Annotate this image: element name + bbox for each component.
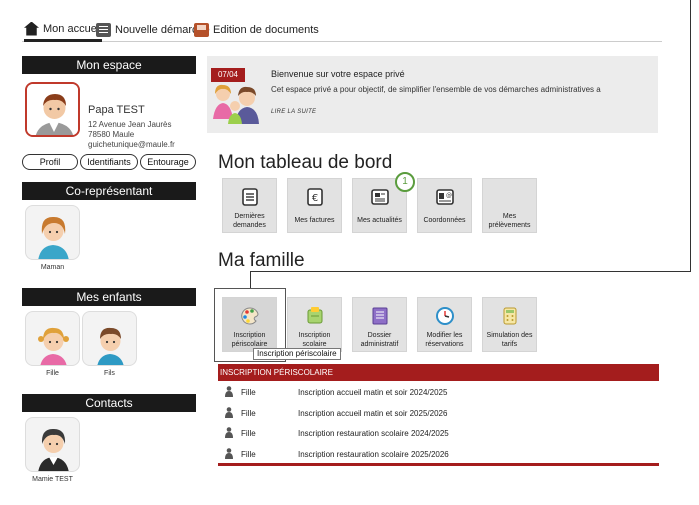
person-icon [225, 447, 233, 459]
person-icon [225, 406, 233, 418]
profil-button[interactable]: Profil [22, 154, 78, 170]
tile-mes-factures[interactable]: € Mes factures [287, 178, 342, 233]
profile-address: 12 Avenue Jean Jaurès 78580 Maule guiche… [88, 120, 175, 150]
entourage-button[interactable]: Entourage [140, 154, 196, 170]
tab-label: Edition de documents [213, 24, 319, 36]
contacts-header: Contacts [22, 394, 196, 412]
tile-coordonnees[interactable]: @ Coordonnées [417, 178, 472, 233]
tab-nouvelle-demarche[interactable]: Nouvelle démarche [96, 18, 210, 42]
avatar[interactable] [25, 82, 80, 137]
child-label: Fils [104, 370, 115, 377]
address-line: 12 Avenue Jean Jaurès [88, 120, 172, 129]
person-icon [225, 386, 233, 397]
home-icon [24, 21, 39, 36]
tile-dossier-administratif[interactable]: Dossier administratif [352, 297, 407, 352]
print-icon [194, 23, 209, 37]
tile-simulation-tarifs[interactable]: Simulation des tarifs [482, 297, 537, 352]
popup-connector [250, 271, 251, 289]
mon-espace-header: Mon espace [22, 56, 196, 74]
identifiants-button[interactable]: Identifiants [80, 154, 138, 170]
tile-mes-prelevements[interactable]: Mes prélèvements [482, 178, 537, 233]
table-footer-bar [218, 463, 659, 466]
contacts-section: Contacts Mamie TEST [22, 394, 196, 483]
child-label: Fille [46, 370, 59, 377]
calculator-icon [503, 307, 517, 325]
profile-email: guichetunique@maule.fr [88, 140, 175, 149]
profile-buttons: Profil Identifiants Entourage [22, 154, 196, 172]
tile-label: Mes prélèvements [488, 213, 531, 229]
dashboard-title: Mon tableau de bord [218, 152, 393, 173]
popup-border [250, 271, 691, 272]
welcome-banner: 07/04 Bienvenue sur votre espace privé C… [207, 56, 658, 133]
invoice-euro-icon: € [307, 188, 323, 206]
tile-label: Coordonnées [423, 217, 466, 224]
person-label: Maman [40, 264, 65, 271]
svg-text:@: @ [446, 192, 452, 199]
clock-icon [436, 307, 454, 325]
family-illustration-icon [213, 84, 259, 124]
row-person: Fille [241, 408, 256, 418]
tile-label: Mes actualités [357, 217, 402, 224]
row-person: Fille [241, 429, 256, 438]
news-date-badge: 07/04 [211, 68, 245, 82]
row-person: Fille [241, 388, 256, 397]
table-row[interactable]: Fille Inscription accueil matin et soir … [218, 381, 659, 402]
popup-border [690, 0, 691, 272]
table-row[interactable]: Fille Inscription accueil matin et soir … [218, 402, 659, 423]
table-row[interactable]: Fille Inscription restauration scolaire … [218, 422, 659, 443]
tile-dernieres-demandes[interactable]: Dernières demandes [222, 178, 277, 233]
welcome-text: Cet espace privé a pour objectif, de sim… [271, 85, 601, 94]
step-number-badge: 1 [395, 172, 415, 192]
tile-modifier-reservations[interactable]: Modifier les réservations [417, 297, 472, 352]
periscolaire-table: INSCRIPTION PÉRISCOLAIRE Fille Inscripti… [218, 364, 659, 466]
enfants-header: Mes enfants [22, 288, 196, 306]
person-thumbnail[interactable] [25, 205, 80, 260]
contact-thumbnail[interactable] [25, 417, 80, 472]
table-header: INSCRIPTION PÉRISCOLAIRE [218, 364, 659, 381]
child-thumbnail[interactable] [25, 311, 80, 366]
tile-label: Simulation des tarifs [486, 332, 533, 348]
document-icon [96, 23, 111, 37]
corepresentant-section: Co-représentant Maman [22, 182, 196, 271]
top-navigation: Mon accueil Nouvelle démarche Edition de… [22, 14, 662, 42]
table-row[interactable]: Fille Inscription restauration scolaire … [218, 443, 659, 464]
corepresentant-header: Co-représentant [22, 182, 196, 200]
documents-icon [242, 188, 258, 206]
school-icon [307, 307, 323, 324]
read-more-link[interactable]: LIRE LA SUITE [271, 109, 316, 115]
person-icon [225, 427, 233, 438]
tab-mon-accueil[interactable]: Mon accueil [24, 18, 102, 42]
row-description: Inscription restauration scolaire 2024/2… [298, 429, 449, 438]
profile-name: Papa TEST [88, 104, 145, 116]
family-title: Ma famille [218, 250, 305, 271]
tab-edition-documents[interactable]: Edition de documents [194, 18, 319, 42]
address-city: 78580 Maule [88, 130, 135, 139]
welcome-title: Bienvenue sur votre espace privé [271, 69, 405, 79]
contact-label: Mamie TEST [32, 476, 73, 483]
enfants-section: Mes enfants Fille Fils [22, 288, 196, 377]
tile-label: Mes factures [294, 217, 335, 224]
tile-label: Dernières demandes [233, 213, 266, 229]
tile-label: Inscription scolaire [298, 332, 331, 348]
tile-inscription-scolaire[interactable]: Inscription scolaire [287, 297, 342, 352]
svg-text:€: € [312, 193, 318, 204]
tile-label: Modifier les réservations [425, 332, 464, 348]
row-description: Inscription restauration scolaire 2025/2… [298, 449, 449, 459]
folder-icon [372, 307, 388, 325]
news-icon [371, 189, 389, 205]
child-thumbnail[interactable] [82, 311, 137, 366]
row-description: Inscription accueil matin et soir 2024/2… [298, 388, 448, 397]
contact-card-icon: @ [436, 189, 454, 205]
tile-tooltip: Inscription périscolaire [253, 348, 341, 360]
sidebar: Mon espace Papa TEST 12 Avenue Jean Jaur… [22, 56, 196, 483]
row-person: Fille [241, 449, 256, 459]
row-description: Inscription accueil matin et soir 2025/2… [298, 408, 448, 418]
tile-label: Dossier administratif [360, 332, 399, 348]
tab-label: Mon accueil [43, 22, 102, 35]
